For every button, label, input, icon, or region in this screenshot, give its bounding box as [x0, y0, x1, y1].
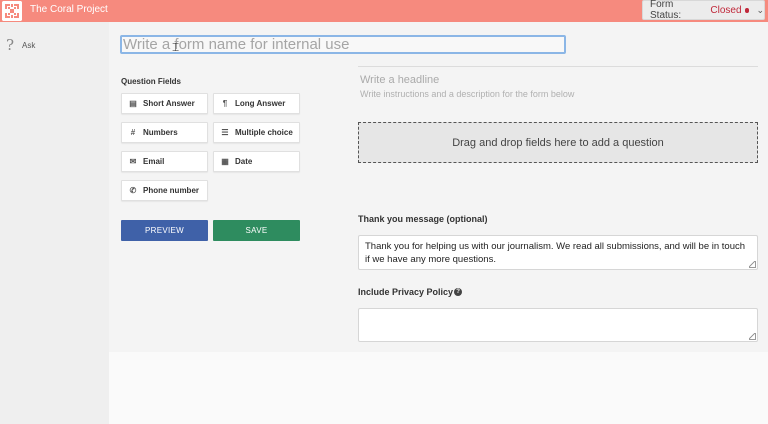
field-label: Numbers [143, 128, 178, 137]
list-icon: ☰ [221, 128, 229, 137]
field-label: Date [235, 157, 253, 166]
status-dot-icon [744, 7, 750, 13]
calendar-icon: ▦ [221, 157, 229, 166]
sidebar: ? Ask [0, 22, 109, 424]
thank-you-textarea[interactable]: Thank you for helping us with our journa… [358, 235, 758, 270]
form-status-dropdown[interactable]: Form Status: Closed ⌄ [642, 0, 765, 21]
form-status-value: Closed [710, 4, 742, 16]
divider [358, 66, 758, 67]
resize-handle-icon[interactable] [749, 261, 756, 268]
privacy-policy-label-row: Include Privacy Policy ? [358, 287, 463, 297]
form-status-label: Form Status: [650, 0, 682, 21]
preview-button[interactable]: PREVIEW [121, 220, 208, 241]
paragraph-icon: ¶ [222, 99, 228, 108]
thank-you-label: Thank you message (optional) [358, 214, 488, 224]
chevron-down-icon: ⌄ [756, 4, 764, 15]
coral-logo-icon[interactable] [2, 1, 22, 21]
field-label: Multiple choice [235, 128, 293, 137]
phone-icon: ✆ [129, 186, 137, 195]
help-icon[interactable]: ? [454, 288, 463, 296]
envelope-icon: ✉ [129, 157, 137, 166]
field-label: Long Answer [235, 99, 286, 108]
question-fields-title: Question Fields [121, 77, 182, 86]
hash-icon: # [130, 128, 136, 137]
ear-icon: ? [6, 36, 15, 54]
thank-you-text: Thank you for helping us with our journa… [365, 241, 746, 265]
app-title[interactable]: The Coral Project [30, 4, 108, 15]
phone-number-field-button[interactable]: ✆ Phone number [121, 180, 208, 201]
dropzone-text: Drag and drop fields here to add a quest… [452, 136, 664, 149]
email-field-button[interactable]: ✉ Email [121, 151, 208, 172]
long-answer-field-button[interactable]: ¶ Long Answer [213, 93, 300, 114]
form-builder-footer-area [109, 352, 768, 424]
resize-handle-icon[interactable] [749, 333, 756, 340]
sidebar-item-label: Ask [22, 40, 36, 50]
description-input[interactable]: Write instructions and a description for… [360, 89, 574, 99]
date-field-button[interactable]: ▦ Date [213, 151, 300, 172]
save-button[interactable]: SAVE [213, 220, 300, 241]
privacy-policy-textarea[interactable] [358, 308, 758, 342]
text-cursor-icon: ⌶ [172, 40, 180, 54]
numbers-field-button[interactable]: # Numbers [121, 122, 208, 143]
top-bar: The Coral Project Form Status: Closed ⌄ [0, 0, 768, 22]
sidebar-item-ask[interactable]: ? Ask [6, 36, 35, 54]
form-name-input[interactable] [120, 35, 566, 54]
document-icon: ▤ [129, 99, 137, 108]
short-answer-field-button[interactable]: ▤ Short Answer [121, 93, 208, 114]
headline-input[interactable]: Write a headline [360, 74, 439, 86]
privacy-policy-label: Include Privacy Policy [358, 287, 454, 297]
field-label: Phone number [143, 186, 200, 195]
multiple-choice-field-button[interactable]: ☰ Multiple choice [213, 122, 300, 143]
field-label: Short Answer [143, 99, 195, 108]
field-label: Email [143, 157, 165, 166]
question-dropzone[interactable]: Drag and drop fields here to add a quest… [358, 122, 758, 163]
